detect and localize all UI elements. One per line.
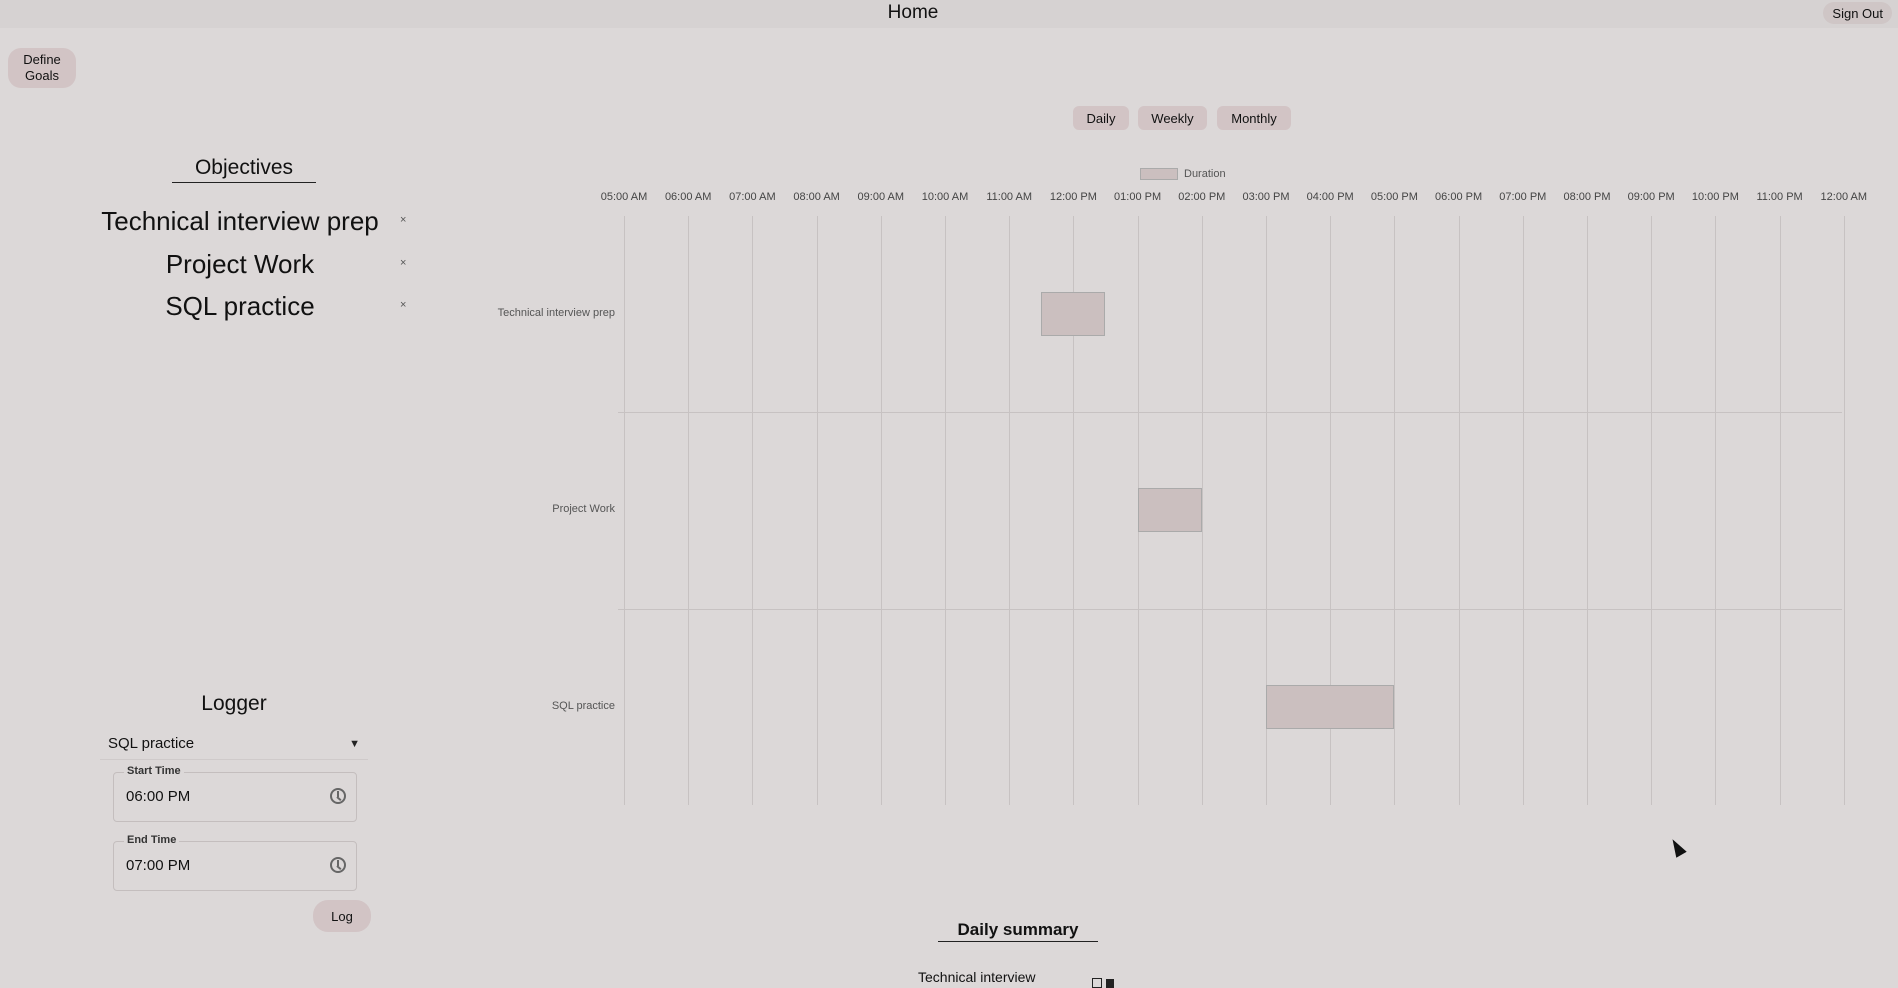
grid-line-vertical (1458, 216, 1460, 805)
grid-line-vertical (880, 216, 882, 805)
goal-select-value: SQL practice (108, 735, 195, 752)
end-time-label: End Time (124, 834, 180, 846)
duration-bar (1041, 292, 1106, 337)
trash-icon[interactable] (1106, 979, 1114, 988)
grid-line-vertical (1522, 216, 1524, 805)
x-tick-label: 06:00 PM (1435, 191, 1483, 203)
grid-line-vertical (1715, 216, 1717, 805)
legend-label: Duration (1184, 168, 1226, 180)
sign-out-button[interactable]: Sign Out (1823, 2, 1892, 24)
grid-line-vertical (1394, 216, 1396, 805)
x-tick-label: 10:00 PM (1691, 191, 1739, 203)
grid-line-horizontal (618, 412, 1842, 414)
grid-line-vertical (1843, 216, 1845, 805)
monthly-view-button[interactable]: Monthly (1217, 106, 1291, 130)
delete-objective-icon[interactable]: × (400, 257, 406, 269)
grid-line-vertical (945, 216, 946, 805)
grid-line-vertical (1779, 216, 1781, 805)
x-tick-label: 10:00 AM (921, 191, 969, 203)
grid-line-vertical (752, 216, 754, 805)
objective-item[interactable]: Project Work (80, 249, 400, 280)
define-goals-button[interactable]: Define Goals (8, 48, 76, 88)
start-time-field[interactable]: Start Time 06:00 PM (113, 765, 357, 822)
duration-bar (1266, 684, 1395, 729)
x-tick-label: 09:00 PM (1627, 191, 1675, 203)
objective-item[interactable]: SQL practice (80, 291, 400, 322)
x-tick-label: 12:00 PM (1049, 191, 1097, 203)
clock-icon[interactable] (330, 788, 346, 804)
top-bar: Home Sign Out (0, 0, 1898, 28)
weekly-view-button[interactable]: Weekly (1138, 106, 1207, 130)
mouse-cursor-icon (1667, 836, 1687, 858)
page-title: Home (887, 2, 939, 23)
objective-item[interactable]: Technical interview prep (80, 206, 400, 237)
delete-objective-icon[interactable]: × (400, 214, 406, 226)
grid-line-vertical (1201, 216, 1203, 805)
x-tick-label: 05:00 AM (600, 191, 648, 203)
x-tick-label: 09:00 AM (857, 191, 905, 203)
x-tick-label: 11:00 PM (1756, 191, 1803, 203)
end-time-value: 07:00 PM (126, 857, 191, 874)
grid-line-vertical (816, 216, 818, 805)
chart-legend: Duration (1140, 168, 1226, 180)
x-tick-label: 04:00 PM (1306, 191, 1354, 203)
y-category-label: Technical interview prep (497, 307, 615, 320)
grid-line-horizontal (618, 608, 1842, 610)
grid-line-vertical (1009, 216, 1011, 805)
x-tick-label: 08:00 PM (1563, 191, 1611, 203)
summary-title: Daily summary (938, 920, 1098, 942)
x-tick-label: 02:00 PM (1178, 191, 1226, 203)
x-tick-label: 06:00 AM (664, 191, 712, 203)
daily-view-button[interactable]: Daily (1073, 106, 1129, 130)
x-tick-label: 08:00 AM (793, 191, 840, 203)
chevron-down-icon: ▼ (349, 737, 360, 750)
x-tick-label: 11:00 AM (986, 191, 1033, 203)
end-time-field[interactable]: End Time 07:00 PM (113, 834, 357, 891)
start-time-label: Start Time (124, 765, 184, 777)
grid-line-vertical (1651, 216, 1653, 805)
x-tick-label: 03:00 PM (1242, 191, 1290, 203)
logger-title: Logger (201, 692, 267, 715)
grid-line-vertical (1587, 216, 1588, 805)
grid-line-vertical (624, 216, 625, 805)
duration-bar (1137, 488, 1202, 533)
x-tick-label: 01:00 PM (1114, 191, 1162, 203)
edit-icon[interactable] (1092, 978, 1102, 988)
x-tick-label: 12:00 AM (1820, 191, 1868, 203)
y-category-label: Project Work (552, 503, 615, 516)
start-time-value: 06:00 PM (126, 788, 191, 805)
y-category-label: SQL practice (551, 699, 615, 712)
summary-item: Technical interview (918, 969, 1036, 985)
legend-swatch (1140, 168, 1178, 180)
clock-icon[interactable] (330, 857, 346, 873)
goal-select[interactable]: SQL practice ▼ (100, 728, 368, 760)
x-tick-label: 07:00 PM (1499, 191, 1547, 203)
objectives-title: Objectives (172, 156, 316, 183)
x-tick-label: 05:00 PM (1370, 191, 1418, 203)
grid-line-vertical (688, 216, 690, 805)
x-tick-label: 07:00 AM (729, 191, 776, 203)
log-button[interactable]: Log (313, 900, 371, 932)
delete-objective-icon[interactable]: × (400, 299, 406, 311)
